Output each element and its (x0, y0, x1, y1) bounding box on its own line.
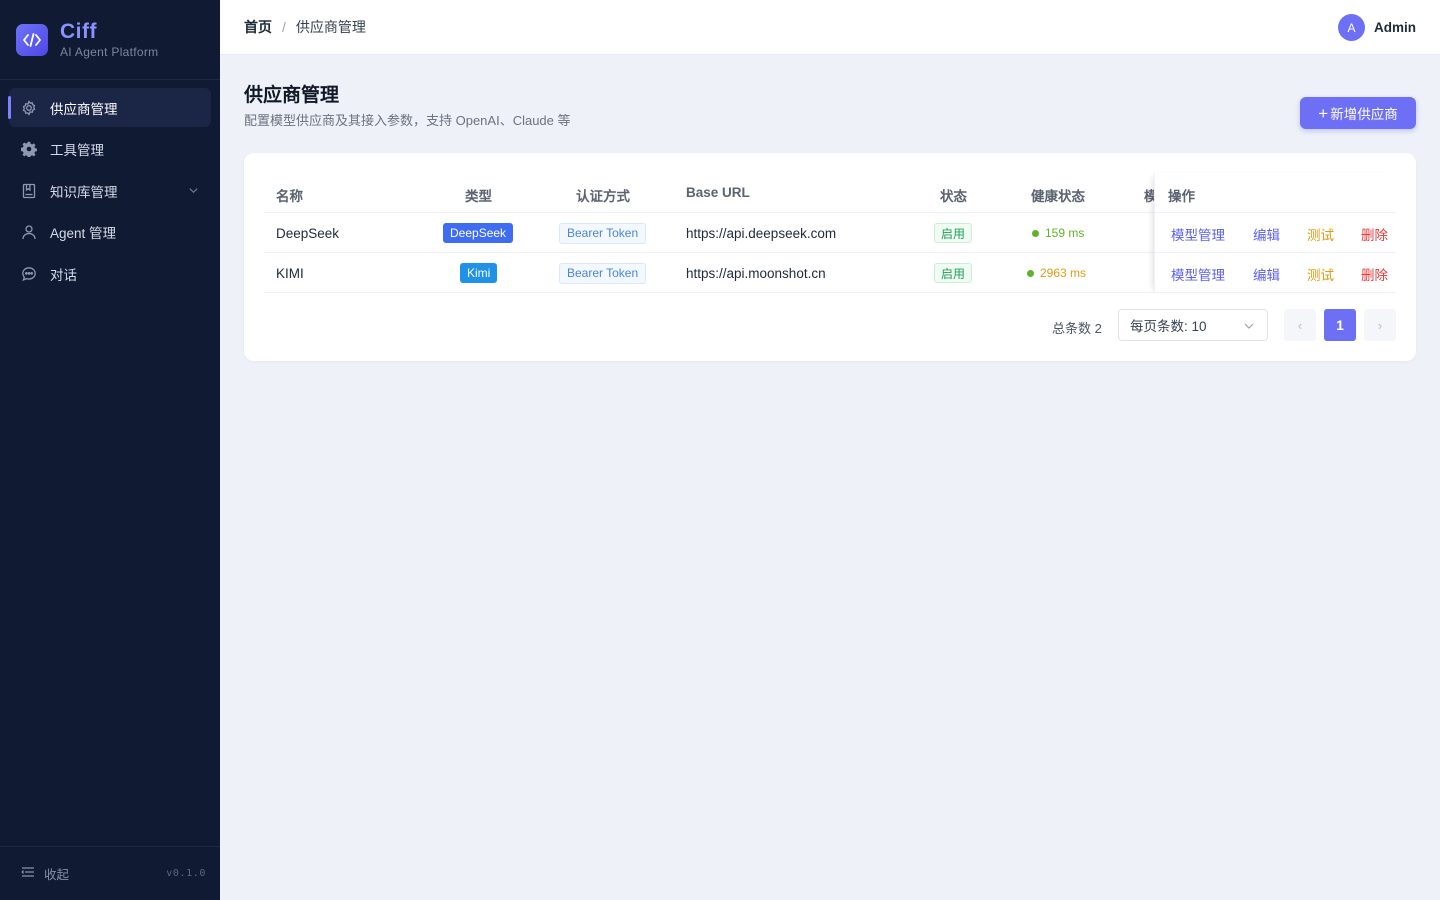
code-logo-icon (16, 23, 48, 56)
version-label: v0.1.0 (166, 868, 206, 879)
brand: Ciff AI Agent Platform (0, 0, 220, 80)
page-description: 配置模型供应商及其接入参数，支持 OpenAI、Claude 等 (244, 113, 571, 128)
auth-tag: Bearer Token (559, 222, 647, 244)
cog-icon (21, 141, 37, 157)
gear-icon (21, 99, 37, 116)
page-size-select[interactable]: 每页条数: 10 (1118, 309, 1268, 341)
chevron-right-icon: › (1377, 317, 1383, 333)
edit-link[interactable]: 编辑 (1253, 264, 1280, 284)
page-title: 供应商管理 (244, 85, 340, 106)
brand-subtitle: AI Agent Platform (60, 45, 159, 59)
menu-collapse-icon (21, 865, 35, 882)
actions-column: 操作 模型管理 编辑 测试 删除 模型管理 编辑 测试 删除 (1154, 173, 1396, 293)
pagination-total: 总条数 2 (1052, 321, 1102, 336)
sidebar-item-agents[interactable]: Agent 管理 (9, 213, 211, 252)
provider-name: DeepSeek (276, 225, 340, 241)
top-header: 首页 / 供应商管理 A Admin (220, 0, 1440, 55)
delete-link[interactable]: 删除 (1361, 224, 1388, 244)
user-menu[interactable]: A Admin (1338, 14, 1416, 41)
edit-link[interactable]: 编辑 (1253, 224, 1280, 244)
type-tag: DeepSeek (443, 223, 514, 243)
column-header-base-url: Base URL (686, 185, 750, 200)
sidebar-item-label: 知识库管理 (50, 184, 118, 200)
base-url: https://api.moonshot.cn (686, 265, 826, 281)
column-header-name: 名称 (276, 189, 303, 204)
test-link[interactable]: 测试 (1307, 224, 1334, 244)
sidebar-footer: 收起 v0.1.0 (0, 846, 220, 900)
status-badge: 启用 (934, 223, 973, 243)
chevron-down-icon (1243, 320, 1255, 335)
prev-page-button[interactable]: ‹ (1284, 309, 1316, 341)
breadcrumb-home[interactable]: 首页 (244, 17, 272, 37)
auth-tag: Bearer Token (559, 262, 647, 284)
model-manage-link[interactable]: 模型管理 (1171, 224, 1225, 244)
page-number-button[interactable]: 1 (1324, 309, 1356, 341)
column-header-type: 类型 (465, 189, 492, 204)
chevron-down-icon[interactable] (188, 184, 199, 199)
sidebar-item-label: 对话 (50, 267, 77, 283)
health-latency: 2963 ms (1040, 266, 1087, 280)
book-icon (21, 183, 37, 199)
actions-row: 模型管理 编辑 测试 删除 (1155, 253, 1396, 293)
next-page-button[interactable]: › (1364, 309, 1396, 341)
collapse-label: 收起 (44, 868, 70, 882)
column-header-health: 健康状态 (1031, 189, 1085, 204)
sidebar-item-label: 供应商管理 (50, 101, 118, 117)
user-name[interactable]: Admin (1374, 20, 1416, 35)
provider-name: KIMI (276, 265, 304, 281)
status-badge: 启用 (934, 263, 973, 283)
sidebar-item-label: 工具管理 (50, 143, 104, 158)
delete-link[interactable]: 删除 (1361, 264, 1388, 284)
model-manage-link[interactable]: 模型管理 (1171, 264, 1225, 284)
sidebar-item-knowledge[interactable]: 知识库管理 (9, 171, 211, 210)
add-provider-label: 新增供应商 (1330, 107, 1398, 122)
health-latency: 159 ms (1045, 226, 1085, 240)
providers-card: 名称 类型 认证方式 Base URL 状态 健康状态 模 DeepSeek D… (244, 153, 1416, 361)
sidebar-item-tools[interactable]: 工具管理 (9, 130, 211, 169)
chat-icon (21, 266, 37, 282)
sidebar-item-label: Agent 管理 (50, 226, 117, 241)
column-header-actions: 操作 (1155, 173, 1396, 213)
sidebar-item-chat[interactable]: 对话 (9, 254, 211, 293)
actions-row: 模型管理 编辑 测试 删除 (1155, 213, 1396, 253)
test-link[interactable]: 测试 (1307, 264, 1334, 284)
sidebar: Ciff AI Agent Platform 供应商管理 工具管理 知识库管理 … (0, 0, 220, 900)
sidebar-item-providers[interactable]: 供应商管理 (8, 88, 211, 127)
type-tag: Kimi (460, 263, 498, 283)
health-dot-icon (1032, 229, 1039, 237)
column-header-status: 状态 (940, 189, 967, 204)
base-url: https://api.deepseek.com (686, 225, 837, 241)
chevron-left-icon: ‹ (1297, 317, 1303, 333)
collapse-button[interactable]: 收起 (21, 864, 69, 883)
sidebar-nav: 供应商管理 工具管理 知识库管理 Agent 管理 对话 (0, 80, 220, 293)
add-provider-button[interactable]: + 新增供应商 (1300, 97, 1416, 129)
plus-icon: + (1318, 103, 1329, 123)
user-icon (21, 224, 37, 240)
column-header-auth: 认证方式 (576, 189, 630, 204)
breadcrumb-current: 供应商管理 (295, 19, 366, 35)
page-size-value: 每页条数: 10 (1130, 319, 1207, 334)
health-dot-icon (1027, 269, 1034, 277)
avatar[interactable]: A (1338, 14, 1365, 41)
breadcrumb-separator: / (282, 19, 286, 35)
brand-name: Ciff (60, 20, 97, 43)
